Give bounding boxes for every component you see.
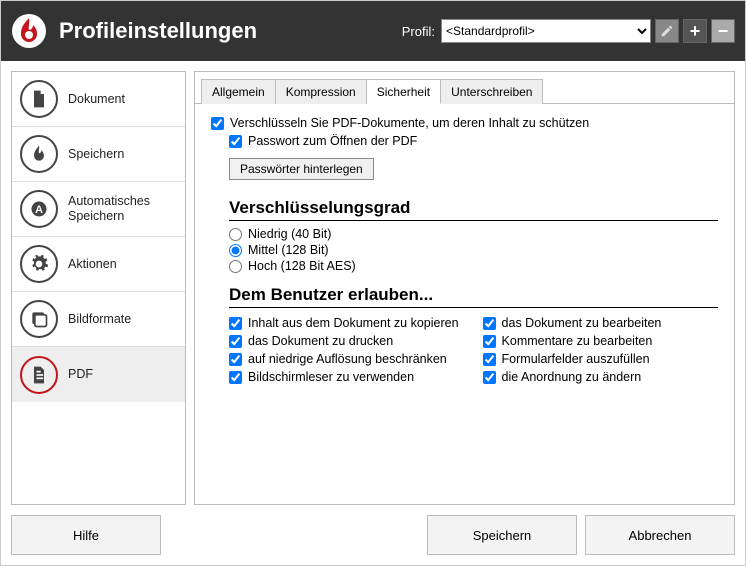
perm-order-checkbox[interactable] xyxy=(483,371,496,384)
sidebar-item-imageformats[interactable]: Bildformate xyxy=(12,292,185,347)
perm-edit-checkbox[interactable] xyxy=(483,317,496,330)
perm-copy-row[interactable]: Inhalt aus dem Dokument zu kopieren xyxy=(229,316,459,330)
pdf-icon xyxy=(20,356,58,394)
content-panel: Allgemein Kompression Sicherheit Untersc… xyxy=(194,71,735,505)
perm-print-row[interactable]: das Dokument zu drucken xyxy=(229,334,459,348)
pencil-icon xyxy=(660,24,674,38)
autosave-icon: A xyxy=(20,190,58,228)
svg-text:A: A xyxy=(35,204,43,216)
sidebar: Dokument Speichern A Automatisches Speic… xyxy=(11,71,186,505)
save-button[interactable]: Speichern xyxy=(427,515,577,555)
sidebar-item-actions[interactable]: Aktionen xyxy=(12,237,185,292)
perm-order-row[interactable]: die Anordnung zu ändern xyxy=(483,370,662,384)
sidebar-item-label: Dokument xyxy=(68,92,125,107)
level-low-radio[interactable] xyxy=(229,228,242,241)
perm-comments-checkbox[interactable] xyxy=(483,335,496,348)
permissions-grid: Inhalt aus dem Dokument zu kopieren das … xyxy=(229,314,718,386)
perm-copy-label: Inhalt aus dem Dokument zu kopieren xyxy=(248,316,459,330)
flame-icon xyxy=(20,135,58,173)
profile-select[interactable]: <Standardprofil> xyxy=(441,19,651,43)
allow-heading: Dem Benutzer erlauben... xyxy=(229,285,718,305)
titlebar: Profileinstellungen Profil: <Standardpro… xyxy=(1,1,745,61)
tab-sign[interactable]: Unterschreiben xyxy=(441,79,543,104)
perm-edit-label: das Dokument zu bearbeiten xyxy=(502,316,662,330)
help-button[interactable]: Hilfe xyxy=(11,515,161,555)
section-rule xyxy=(229,220,718,221)
perm-order-label: die Anordnung zu ändern xyxy=(502,370,642,384)
body: Dokument Speichern A Automatisches Speic… xyxy=(1,61,745,505)
edit-profile-button[interactable] xyxy=(655,19,679,43)
perm-copy-checkbox[interactable] xyxy=(229,317,242,330)
perm-print-checkbox[interactable] xyxy=(229,335,242,348)
perm-forms-row[interactable]: Formularfelder auszufüllen xyxy=(483,352,662,366)
level-low-label: Niedrig (40 Bit) xyxy=(248,227,331,241)
permissions-col-right: das Dokument zu bearbeiten Kommentare zu… xyxy=(483,314,662,386)
tab-security[interactable]: Sicherheit xyxy=(367,79,441,104)
permissions-col-left: Inhalt aus dem Dokument zu kopieren das … xyxy=(229,314,459,386)
image-stack-icon xyxy=(20,300,58,338)
perm-lowres-row[interactable]: auf niedrige Auflösung beschränken xyxy=(229,352,459,366)
level-high-row[interactable]: Hoch (128 Bit AES) xyxy=(229,259,718,273)
perm-screenreader-row[interactable]: Bildschirmleser zu verwenden xyxy=(229,370,459,384)
sidebar-item-label: Automatisches Speichern xyxy=(68,194,177,224)
encryption-level-heading: Verschlüsselungsgrad xyxy=(229,198,718,218)
level-medium-row[interactable]: Mittel (128 Bit) xyxy=(229,243,718,257)
level-high-label: Hoch (128 Bit AES) xyxy=(248,259,356,273)
perm-edit-row[interactable]: das Dokument zu bearbeiten xyxy=(483,316,662,330)
perm-forms-checkbox[interactable] xyxy=(483,353,496,366)
tabs: Allgemein Kompression Sicherheit Untersc… xyxy=(195,72,734,104)
window-title: Profileinstellungen xyxy=(59,18,257,44)
perm-lowres-label: auf niedrige Auflösung beschränken xyxy=(248,352,447,366)
add-profile-button[interactable]: + xyxy=(683,19,707,43)
encryption-level-group: Niedrig (40 Bit) Mittel (128 Bit) Hoch (… xyxy=(229,227,718,273)
sidebar-item-label: Speichern xyxy=(68,147,124,162)
tab-compression[interactable]: Kompression xyxy=(276,79,367,104)
perm-forms-label: Formularfelder auszufüllen xyxy=(502,352,650,366)
encrypt-checkbox-row[interactable]: Verschlüsseln Sie PDF-Dokumente, um dere… xyxy=(211,116,718,130)
sidebar-item-label: Aktionen xyxy=(68,257,117,272)
perm-comments-row[interactable]: Kommentare zu bearbeiten xyxy=(483,334,662,348)
perm-print-label: das Dokument zu drucken xyxy=(248,334,393,348)
footer: Hilfe Speichern Abbrechen xyxy=(1,505,745,565)
perm-screenreader-label: Bildschirmleser zu verwenden xyxy=(248,370,414,384)
profile-settings-window: Profileinstellungen Profil: <Standardpro… xyxy=(0,0,746,566)
sidebar-item-label: Bildformate xyxy=(68,312,131,327)
level-medium-label: Mittel (128 Bit) xyxy=(248,243,329,257)
sidebar-item-autosave[interactable]: A Automatisches Speichern xyxy=(12,182,185,237)
sidebar-item-label: PDF xyxy=(68,367,93,382)
perm-screenreader-checkbox[interactable] xyxy=(229,371,242,384)
perm-lowres-checkbox[interactable] xyxy=(229,353,242,366)
encrypt-checkbox[interactable] xyxy=(211,117,224,130)
document-icon xyxy=(20,80,58,118)
open-password-label: Passwort zum Öffnen der PDF xyxy=(248,134,417,148)
encrypt-label: Verschlüsseln Sie PDF-Dokumente, um dere… xyxy=(230,116,589,130)
tab-general[interactable]: Allgemein xyxy=(201,79,276,104)
gear-icon xyxy=(20,245,58,283)
profile-label: Profil: xyxy=(402,24,435,39)
sidebar-item-save[interactable]: Speichern xyxy=(12,127,185,182)
remove-profile-button[interactable]: − xyxy=(711,19,735,43)
level-high-radio[interactable] xyxy=(229,260,242,273)
open-password-checkbox-row[interactable]: Passwort zum Öffnen der PDF xyxy=(229,134,718,148)
section-rule xyxy=(229,307,718,308)
app-logo-icon xyxy=(11,13,47,49)
level-medium-radio[interactable] xyxy=(229,244,242,257)
sidebar-item-document[interactable]: Dokument xyxy=(12,72,185,127)
open-password-checkbox[interactable] xyxy=(229,135,242,148)
perm-comments-label: Kommentare zu bearbeiten xyxy=(502,334,653,348)
cancel-button[interactable]: Abbrechen xyxy=(585,515,735,555)
tab-body-security: Verschlüsseln Sie PDF-Dokumente, um dere… xyxy=(195,104,734,504)
level-low-row[interactable]: Niedrig (40 Bit) xyxy=(229,227,718,241)
store-passwords-button[interactable]: Passwörter hinterlegen xyxy=(229,158,374,180)
sidebar-item-pdf[interactable]: PDF xyxy=(12,347,185,402)
